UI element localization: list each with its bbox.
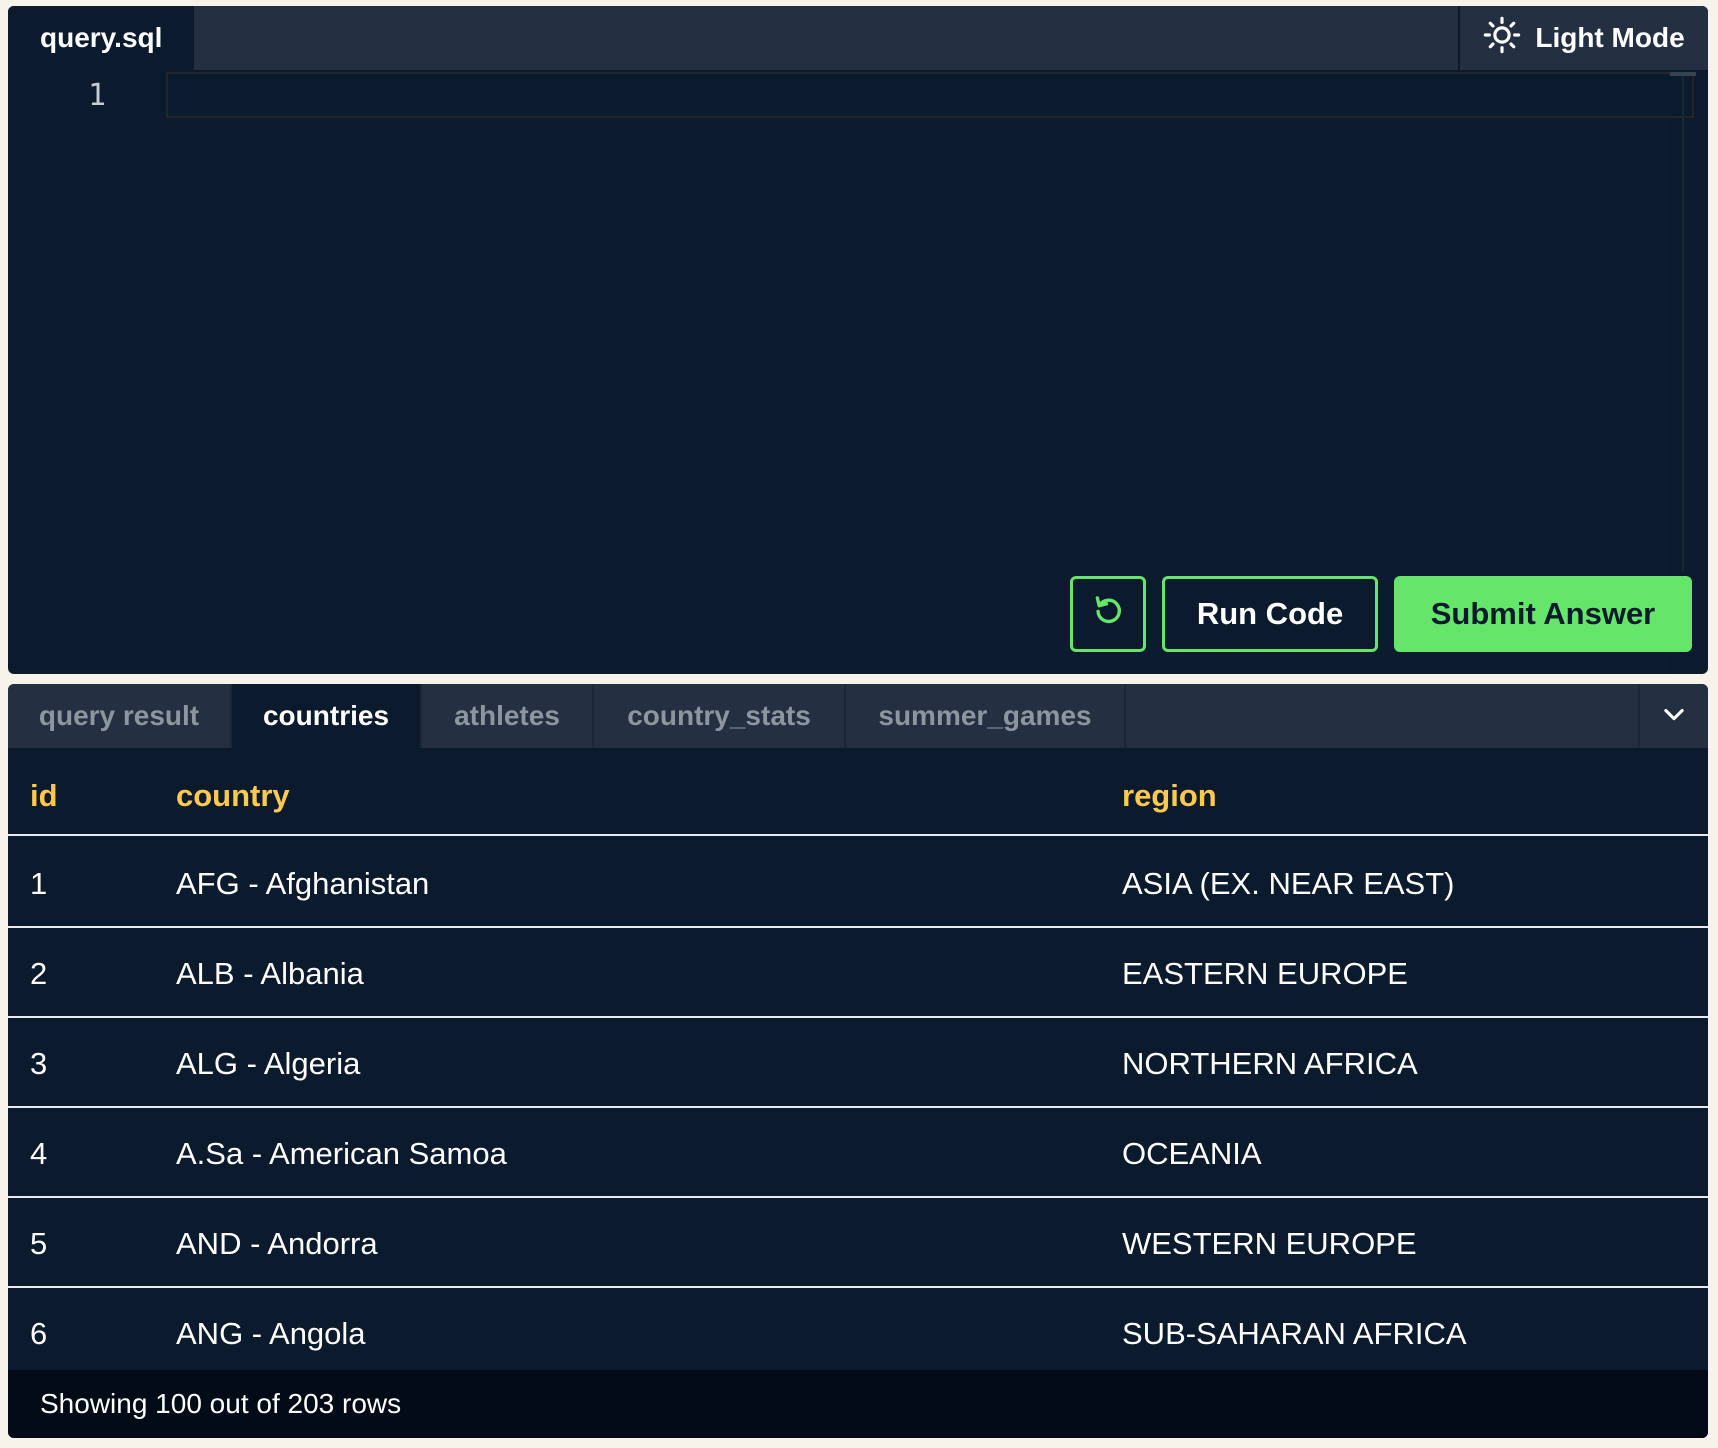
row-count-footer: Showing 100 out of 203 rows <box>8 1370 1708 1438</box>
cell-country: AFG - Afghanistan <box>176 866 430 901</box>
table-row: 1 AFG - Afghanistan ASIA (EX. NEAR EAST) <box>8 838 1708 928</box>
sun-icon <box>1483 16 1521 61</box>
column-header-region[interactable]: region <box>1122 778 1217 814</box>
cell-id: 1 <box>30 866 48 901</box>
cell-country: AND - Andorra <box>176 1226 378 1261</box>
cell-region: SUB-SAHARAN AFRICA <box>1122 1316 1467 1351</box>
collapse-button[interactable] <box>1638 684 1708 748</box>
code-input-line[interactable] <box>166 72 1694 118</box>
light-mode-button[interactable]: Light Mode <box>1458 6 1708 70</box>
table-row: 6 ANG - Angola SUB-SAHARAN AFRICA <box>8 1288 1708 1378</box>
table-header: id country region <box>8 748 1708 836</box>
file-tab-query-sql[interactable]: query.sql <box>8 6 194 70</box>
chevron-down-icon <box>1660 700 1688 733</box>
cell-region: EASTERN EUROPE <box>1122 956 1408 991</box>
cell-region: WESTERN EUROPE <box>1122 1226 1417 1261</box>
submit-answer-button[interactable]: Submit Answer <box>1394 576 1692 652</box>
light-mode-label: Light Mode <box>1535 22 1685 53</box>
tab-athletes[interactable]: athletes <box>422 684 594 748</box>
cell-country: ALG - Algeria <box>176 1046 361 1081</box>
table-row: 5 AND - Andorra WESTERN EUROPE <box>8 1198 1708 1288</box>
results-tabs: query result countries athletes country_… <box>8 684 1708 748</box>
tab-country-stats[interactable]: country_stats <box>594 684 846 748</box>
run-code-button[interactable]: Run Code <box>1162 576 1378 652</box>
cell-id: 2 <box>30 956 48 991</box>
cell-id: 3 <box>30 1046 48 1081</box>
reset-icon <box>1091 593 1125 635</box>
cell-country: ALB - Albania <box>176 956 364 991</box>
cell-id: 5 <box>30 1226 48 1261</box>
cell-region: NORTHERN AFRICA <box>1122 1046 1418 1081</box>
results-panel: query result countries athletes country_… <box>8 684 1708 1438</box>
tab-summer-games[interactable]: summer_games <box>846 684 1126 748</box>
table-row: 2 ALB - Albania EASTERN EUROPE <box>8 928 1708 1018</box>
column-header-country[interactable]: country <box>176 778 290 814</box>
editor-header: query.sql Light Mode <box>8 6 1708 70</box>
cell-country: ANG - Angola <box>176 1316 366 1351</box>
cell-country: A.Sa - American Samoa <box>176 1136 507 1171</box>
line-number: 1 <box>88 78 107 113</box>
editor-scrollbar[interactable] <box>1682 72 1684 572</box>
tab-countries[interactable]: countries <box>232 684 422 748</box>
tab-query-result[interactable]: query result <box>8 684 232 748</box>
cell-id: 4 <box>30 1136 48 1171</box>
cell-region: ASIA (EX. NEAR EAST) <box>1122 866 1455 901</box>
editor-scrollbar-thumb[interactable] <box>1670 72 1696 76</box>
column-header-id[interactable]: id <box>30 778 58 814</box>
editor-panel: query.sql Light Mode 1 Run Code Submit A… <box>8 6 1708 674</box>
cell-region: OCEANIA <box>1122 1136 1262 1171</box>
cell-id: 6 <box>30 1316 48 1351</box>
reset-button[interactable] <box>1070 576 1146 652</box>
table-row: 3 ALG - Algeria NORTHERN AFRICA <box>8 1018 1708 1108</box>
table-row: 4 A.Sa - American Samoa OCEANIA <box>8 1108 1708 1198</box>
